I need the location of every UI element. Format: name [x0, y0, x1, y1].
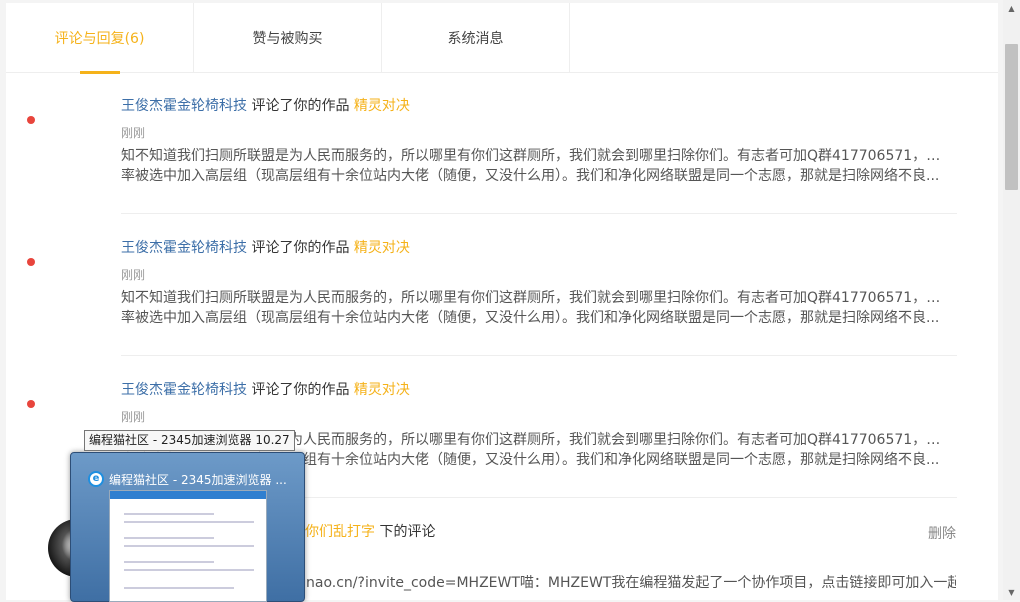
tab-system-messages[interactable]: 系统消息 [382, 3, 570, 72]
tab-likes-purchases[interactable]: 赞与被购买 [194, 3, 382, 72]
notification-item: 王俊杰霍金轮椅科技 评论了你的作品 精灵对决 刚刚 知不知道我们扫厕所联盟是为人… [6, 215, 998, 357]
notification-item: 王俊杰霍金轮椅科技 评论了你的作品 精灵对决 刚刚 知不知道我们扫厕所联盟是为人… [6, 73, 998, 215]
thumbnail-line [124, 561, 214, 563]
notification-header: 王俊杰霍金轮椅科技 评论了你的作品 精灵对决 [121, 237, 410, 257]
divider [121, 213, 957, 214]
work-link[interactable]: 精灵对决 [354, 98, 410, 114]
action-text: 评论了你的作品 [251, 382, 350, 398]
unread-dot [27, 400, 35, 408]
comment-line: 率被选中加入高层组（现高层组有十余位站内大佬（随便，又没什么用）。我们和净化网络… [121, 310, 940, 326]
notification-header: 王俊杰霍金轮椅科技 评论了你的作品 精灵对决 [121, 379, 410, 399]
work-link[interactable]: 精灵对决 [354, 382, 410, 398]
user-link[interactable]: 王俊杰霍金轮椅科技 [121, 382, 247, 398]
action-text: 评论了你的作品 [251, 240, 350, 256]
scroll-up-arrow-icon[interactable]: ▲ [1003, 0, 1020, 16]
vertical-scrollbar[interactable]: ▲ ▼ [1003, 0, 1020, 600]
thumbnail-line [124, 513, 214, 515]
tab-bar: 评论与回复(6) 赞与被购买 系统消息 [6, 3, 998, 74]
preview-thumbnail[interactable] [109, 490, 267, 602]
unread-dot [27, 116, 35, 124]
scroll-down-arrow-icon[interactable]: ▼ [1003, 584, 1020, 600]
timestamp: 刚刚 [121, 410, 146, 424]
tab-label: 系统消息 [447, 30, 504, 47]
unread-dot [27, 258, 35, 266]
user-link[interactable]: 王俊杰霍金轮椅科技 [121, 240, 247, 256]
comment-line: 率被选中加入高层组（现高层组有十余位站内大佬（随便，又没什么用）。我们和净化网络… [121, 168, 940, 184]
thumbnail-line [124, 545, 254, 547]
thumbnail-line [124, 587, 234, 589]
action-text: 下的评论 [379, 524, 436, 540]
timestamp: 刚刚 [121, 268, 146, 282]
thumbnail-titlebar [110, 491, 266, 499]
delete-button[interactable]: 删除 [928, 523, 956, 543]
comment-line: nao.cn/?invite_code=MHZEWT喵：MHZEWT我在编程猫发… [306, 575, 956, 591]
scrollbar-thumb[interactable] [1005, 44, 1018, 190]
action-text: 评论了你的作品 [251, 98, 350, 114]
comment-line: 知不知道我们扫厕所联盟是为人民而服务的，所以哪里有你们这群厕所，我们就会到哪里扫… [121, 148, 951, 164]
preview-title: 编程猫社区 - 2345加速浏览器 ... [109, 473, 287, 487]
tab-comments-replies[interactable]: 评论与回复(6) [6, 3, 194, 74]
notification-header: 看你们乱打字 下的评论 [291, 521, 435, 541]
thumbnail-line [124, 521, 254, 523]
tab-label: 赞与被购买 [252, 30, 323, 47]
work-link[interactable]: 精灵对决 [354, 240, 410, 256]
page: 评论与回复(6) 赞与被购买 系统消息 王俊杰霍金轮椅科技 评论了你的作品 精灵… [0, 0, 1020, 602]
comment-line: 知不知道我们扫厕所联盟是为人民而服务的，所以哪里有你们这群厕所，我们就会到哪里扫… [121, 290, 951, 306]
tab-label: 评论与回复(6) [54, 30, 145, 47]
timestamp: 刚刚 [121, 126, 146, 140]
notification-header: 王俊杰霍金轮椅科技 评论了你的作品 精灵对决 [121, 95, 410, 115]
divider [121, 355, 957, 356]
taskbar-tooltip: 编程猫社区 - 2345加速浏览器 10.27 [84, 430, 295, 451]
thumbnail-line [124, 537, 214, 539]
thumbnail-line [124, 569, 254, 571]
user-link[interactable]: 王俊杰霍金轮椅科技 [121, 98, 247, 114]
taskbar-window-preview[interactable]: e 编程猫社区 - 2345加速浏览器 ... [70, 452, 305, 602]
browser-icon: e [88, 471, 104, 487]
